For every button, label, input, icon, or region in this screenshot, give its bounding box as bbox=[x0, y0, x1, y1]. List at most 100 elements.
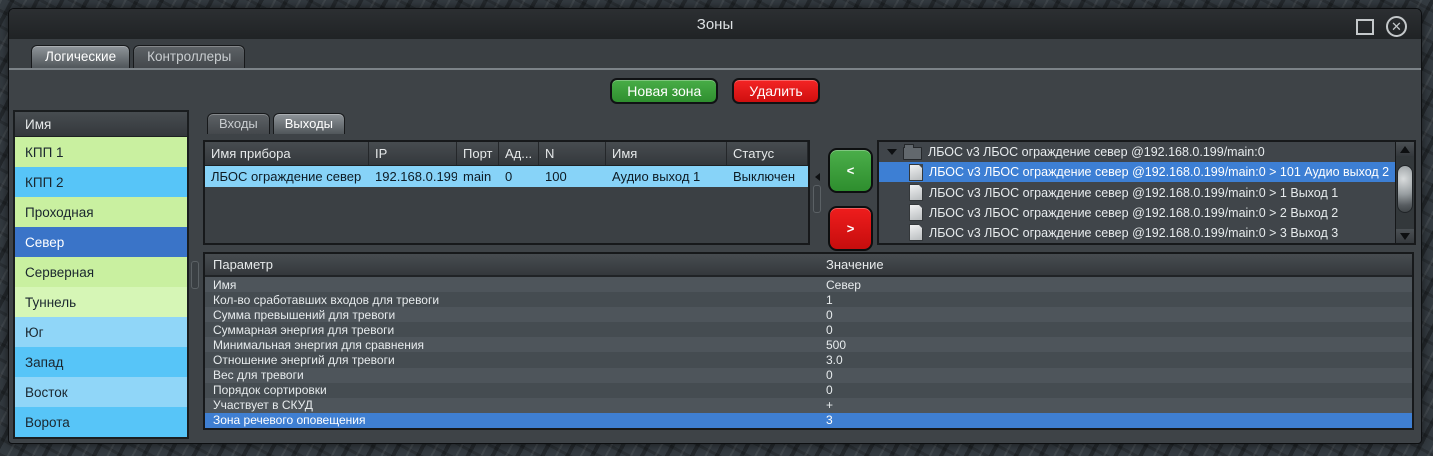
parameter-value: 0 bbox=[818, 323, 1412, 337]
tab-Логические[interactable]: Логические bbox=[31, 45, 130, 68]
device-column-header[interactable]: Статус bbox=[727, 142, 808, 165]
device-column-header[interactable]: N bbox=[539, 142, 606, 165]
delete-zone-button[interactable]: Удалить bbox=[732, 78, 819, 104]
parameter-row[interactable]: ИмяСевер bbox=[205, 277, 1412, 292]
parameter-row[interactable]: Сумма превышений для тревоги0 bbox=[205, 307, 1412, 322]
parameter-name: Минимальная энергия для сравнения bbox=[205, 338, 818, 352]
tree-root-label: ЛБОС v3 ЛБОС ограждение север @192.168.0… bbox=[928, 145, 1265, 159]
tab-Входы[interactable]: Входы bbox=[207, 113, 270, 134]
title-bar[interactable]: Зоны ✕ bbox=[9, 9, 1421, 39]
parameter-value: 0 bbox=[818, 383, 1412, 397]
zone-list-item[interactable]: Туннель bbox=[15, 287, 187, 317]
zones-window: Зоны ✕ ЛогическиеКонтроллеры Новая зона … bbox=[8, 8, 1422, 444]
parameter-table-header: Параметр Значение bbox=[205, 254, 1412, 277]
device-column-header[interactable]: Ад... bbox=[499, 142, 539, 165]
splitter-grip-icon[interactable] bbox=[813, 185, 821, 213]
tree-root-row[interactable]: ЛБОС v3 ЛБОС ограждение север @192.168.0… bbox=[879, 142, 1395, 162]
table-splitter[interactable] bbox=[813, 140, 821, 245]
zone-list-item[interactable]: Проходная bbox=[15, 197, 187, 227]
device-cell: ЛБОС ограждение север bbox=[205, 166, 369, 187]
scroll-down-icon[interactable] bbox=[1396, 229, 1414, 243]
zone-list-item[interactable]: КПП 1 bbox=[15, 137, 187, 167]
device-column-header[interactable]: Порт bbox=[457, 142, 499, 165]
tree-item-label: ЛБОС v3 ЛБОС ограждение север @192.168.0… bbox=[929, 206, 1338, 220]
file-icon bbox=[909, 184, 923, 201]
chevron-down-icon[interactable] bbox=[887, 149, 897, 155]
scrollbar-thumb[interactable] bbox=[1397, 165, 1413, 214]
sidebar-splitter[interactable] bbox=[191, 110, 199, 439]
available-outputs-tree: ЛБОС v3 ЛБОС ограждение север @192.168.0… bbox=[877, 140, 1416, 245]
parameter-value: + bbox=[818, 398, 1412, 412]
parameter-name: Вес для тревоги bbox=[205, 368, 818, 382]
parameter-name: Суммарная энергия для тревоги bbox=[205, 323, 818, 337]
add-output-button[interactable]: < bbox=[828, 148, 873, 193]
file-icon bbox=[909, 164, 923, 181]
parameter-row[interactable]: Участвует в СКУД+ bbox=[205, 398, 1412, 413]
parameter-value: 3 bbox=[818, 413, 1412, 427]
parameter-value: 3.0 bbox=[818, 353, 1412, 367]
scrollbar-track[interactable] bbox=[1396, 156, 1414, 229]
new-zone-button[interactable]: Новая зона bbox=[610, 78, 718, 104]
parameter-name: Отношение энергий для тревоги bbox=[205, 353, 818, 367]
tree-item-label: ЛБОС v3 ЛБОС ограждение север @192.168.0… bbox=[929, 226, 1338, 240]
parameter-name: Порядок сортировки bbox=[205, 383, 818, 397]
parameter-value: Север bbox=[818, 278, 1412, 292]
tree-item[interactable]: ЛБОС v3 ЛБОС ограждение север @192.168.0… bbox=[879, 182, 1395, 202]
parameter-row[interactable]: Суммарная энергия для тревоги0 bbox=[205, 322, 1412, 337]
parameter-row[interactable]: Зона речевого оповещения3 bbox=[205, 413, 1412, 428]
tree-item[interactable]: ЛБОС v3 ЛБОС ограждение север @192.168.0… bbox=[879, 162, 1395, 182]
column-header-parameter: Параметр bbox=[205, 254, 818, 275]
tab-Выходы[interactable]: Выходы bbox=[273, 113, 345, 134]
tree-item[interactable]: ЛБОС v3 ЛБОС ограждение север @192.168.0… bbox=[879, 223, 1395, 243]
parameter-row[interactable]: Кол-во сработавших входов для тревоги1 bbox=[205, 292, 1412, 307]
parameter-rows: ИмяСеверКол-во сработавших входов для тр… bbox=[205, 277, 1412, 428]
zone-list-item[interactable]: КПП 2 bbox=[15, 167, 187, 197]
column-header-value: Значение bbox=[818, 254, 1412, 275]
file-icon bbox=[909, 224, 923, 241]
io-tab-bar: ВходыВыходы bbox=[207, 113, 345, 134]
zone-list-item[interactable]: Восток bbox=[15, 377, 187, 407]
device-column-header[interactable]: Имя прибора bbox=[205, 142, 369, 165]
zone-list-item[interactable]: Ворота bbox=[15, 407, 187, 437]
parameter-row[interactable]: Минимальная энергия для сравнения500 bbox=[205, 337, 1412, 352]
main-tab-bar: ЛогическиеКонтроллеры bbox=[9, 39, 1421, 70]
device-cell: main bbox=[457, 166, 499, 187]
tab-Контроллеры[interactable]: Контроллеры bbox=[133, 45, 245, 68]
device-table-row[interactable]: ЛБОС ограждение север192.168.0.199main01… bbox=[205, 166, 808, 187]
device-column-header[interactable]: Имя bbox=[606, 142, 727, 165]
parameter-value: 0 bbox=[818, 308, 1412, 322]
device-column-header[interactable]: IP bbox=[369, 142, 457, 165]
tree-item[interactable]: ЛБОС v3 ЛБОС ограждение север @192.168.0… bbox=[879, 203, 1395, 223]
parameter-value: 500 bbox=[818, 338, 1412, 352]
parameter-table: Параметр Значение ИмяСеверКол-во сработа… bbox=[203, 252, 1414, 430]
device-cell: 192.168.0.199 bbox=[369, 166, 457, 187]
tree-item-label: ЛБОС v3 ЛБОС ограждение север @192.168.0… bbox=[929, 186, 1338, 200]
zone-list-item[interactable]: Запад bbox=[15, 347, 187, 377]
remove-output-button[interactable]: > bbox=[828, 206, 873, 251]
tree-scrollbar[interactable] bbox=[1395, 142, 1414, 243]
parameter-name: Зона речевого оповещения bbox=[205, 413, 818, 427]
zone-list-item[interactable]: Север bbox=[15, 227, 187, 257]
zone-list-item[interactable]: Серверная bbox=[15, 257, 187, 287]
parameter-row[interactable]: Отношение энергий для тревоги3.0 bbox=[205, 352, 1412, 367]
maximize-icon[interactable] bbox=[1356, 19, 1374, 35]
window-title: Зоны bbox=[697, 16, 733, 33]
device-cell: Выключен bbox=[727, 166, 808, 187]
splitter-grip-icon[interactable] bbox=[191, 261, 199, 289]
parameter-name: Сумма превышений для тревоги bbox=[205, 308, 818, 322]
parameter-row[interactable]: Порядок сортировки0 bbox=[205, 383, 1412, 398]
tree-rows: ЛБОС v3 ЛБОС ограждение север @192.168.0… bbox=[879, 142, 1395, 243]
device-output-table: Имя прибораIPПортАд...NИмяСтатус ЛБОС ог… bbox=[203, 140, 810, 245]
zone-list-item[interactable]: Юг bbox=[15, 317, 187, 347]
file-icon bbox=[909, 204, 923, 221]
zone-toolbar: Новая зона Удалить bbox=[10, 78, 1420, 104]
collapse-left-icon[interactable] bbox=[815, 173, 820, 181]
zone-list: КПП 1КПП 2ПроходнаяСеверСервернаяТуннель… bbox=[15, 137, 187, 437]
scroll-up-icon[interactable] bbox=[1396, 142, 1414, 156]
zone-list-header: Имя bbox=[15, 112, 187, 137]
parameter-row[interactable]: Вес для тревоги0 bbox=[205, 368, 1412, 383]
folder-icon bbox=[903, 147, 922, 160]
device-cell: Аудио выход 1 bbox=[606, 166, 727, 187]
close-icon[interactable]: ✕ bbox=[1386, 16, 1407, 37]
parameter-value: 1 bbox=[818, 293, 1412, 307]
